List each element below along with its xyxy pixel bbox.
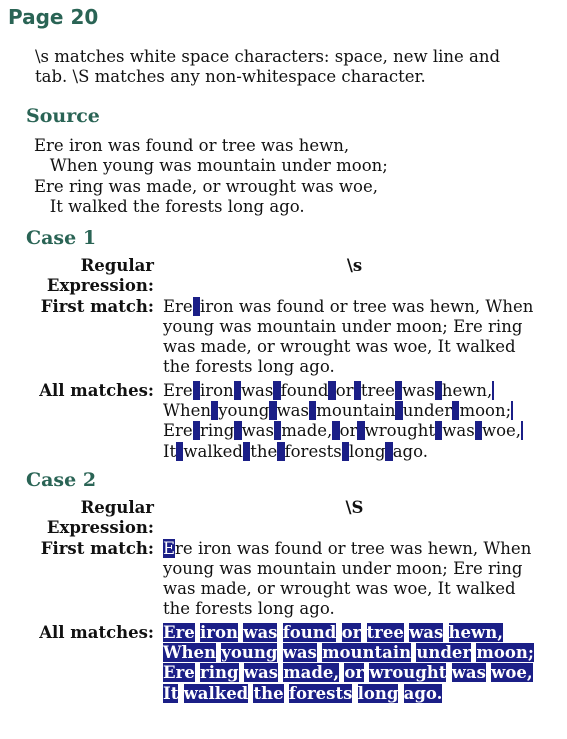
match-highlight [452, 401, 460, 421]
match-highlight [385, 441, 393, 461]
regex-value: \S [345, 498, 364, 517]
match-highlight: Ere [163, 663, 195, 683]
match-highlight: was [409, 622, 444, 642]
match-highlight: under [416, 643, 472, 663]
match-highlight: found [282, 622, 337, 642]
first-match-label: First match: [40, 538, 154, 558]
match-highlight [492, 380, 495, 400]
match-highlight [328, 380, 336, 400]
source-line: Ere ring was made, or wrought was woe, [34, 176, 378, 196]
match-highlight [234, 421, 242, 441]
match-highlight [435, 421, 443, 441]
match-highlight: was [243, 622, 278, 642]
source-heading: Source [26, 105, 100, 127]
first-match-text: Ere iron was found or tree was hewn, Whe… [163, 296, 534, 377]
match-highlight [394, 380, 403, 400]
source-block: Ere iron was found or tree was hewn, Whe… [34, 136, 534, 217]
match-highlight [332, 421, 340, 441]
match-highlight: Ere [163, 622, 195, 642]
all-matches-label: All matches: [39, 380, 154, 400]
match-highlight [521, 421, 524, 441]
match-highlight: ring [200, 663, 239, 683]
match-highlight [434, 380, 442, 400]
match-highlight: or [341, 622, 362, 642]
case-1-table: Regular Expression: \s First match: Ere … [26, 256, 546, 462]
page-title: Page 20 [8, 5, 99, 29]
match-highlight [277, 441, 285, 461]
match-highlight: or [344, 663, 365, 683]
case-2-heading: Case 2 [26, 469, 97, 491]
match-highlight [192, 296, 200, 316]
intro-paragraph: \s matches white space characters: space… [35, 47, 501, 87]
case-1-heading: Case 1 [26, 227, 97, 249]
match-highlight [273, 380, 281, 400]
match-highlight: wrought [369, 663, 447, 683]
match-highlight: E [163, 538, 176, 558]
match-highlight [233, 380, 241, 400]
match-highlight: forests [288, 683, 353, 703]
match-highlight: walked [183, 683, 249, 703]
match-highlight [395, 401, 403, 421]
match-highlight: made, [283, 663, 340, 683]
match-highlight: tree [366, 622, 404, 642]
match-highlight [210, 401, 219, 421]
match-highlight: was [282, 643, 317, 663]
match-highlight: was [451, 663, 486, 683]
match-highlight [192, 421, 200, 441]
match-highlight [274, 421, 282, 441]
match-highlight: hewn, [448, 622, 503, 642]
match-highlight [309, 401, 317, 421]
all-matches-label: All matches: [39, 622, 154, 642]
match-highlight: woe, [491, 663, 533, 683]
first-match-text: Ere iron was found or tree was hewn, Whe… [163, 538, 532, 619]
match-highlight [353, 380, 361, 400]
match-highlight [242, 441, 251, 461]
case-2-table: Regular Expression: \S First match: Ere … [26, 498, 546, 704]
match-highlight [176, 441, 184, 461]
match-highlight: mountain [322, 643, 412, 663]
match-highlight: It [163, 683, 179, 703]
match-highlight [269, 401, 277, 421]
match-highlight [341, 441, 350, 461]
source-line: Ere iron was found or tree was hewn, [34, 136, 350, 155]
match-highlight [357, 421, 365, 441]
match-highlight [511, 401, 514, 421]
match-highlight: ago. [403, 683, 443, 703]
regex-label: Regular Expression: [46, 498, 154, 538]
match-highlight: was [243, 663, 278, 683]
match-highlight: the [253, 683, 284, 703]
regex-value: \s [346, 256, 363, 275]
match-highlight: young [221, 643, 278, 663]
source-line: When young was mountain under moon; [34, 156, 388, 176]
source-line: It walked the forests long ago. [34, 196, 305, 216]
match-highlight: When [163, 643, 217, 663]
match-highlight [192, 380, 200, 400]
match-highlight: moon; [476, 643, 534, 663]
all-matches-text: Ere iron was found or tree was hewn, Whe… [163, 380, 524, 461]
match-highlight: long [357, 683, 399, 703]
regex-label: Regular Expression: [46, 256, 154, 296]
all-matches-text: Ere iron was found or tree was hewn, Whe… [163, 622, 541, 704]
match-highlight [474, 421, 482, 441]
first-match-label: First match: [40, 296, 154, 316]
match-highlight: iron [200, 622, 238, 642]
